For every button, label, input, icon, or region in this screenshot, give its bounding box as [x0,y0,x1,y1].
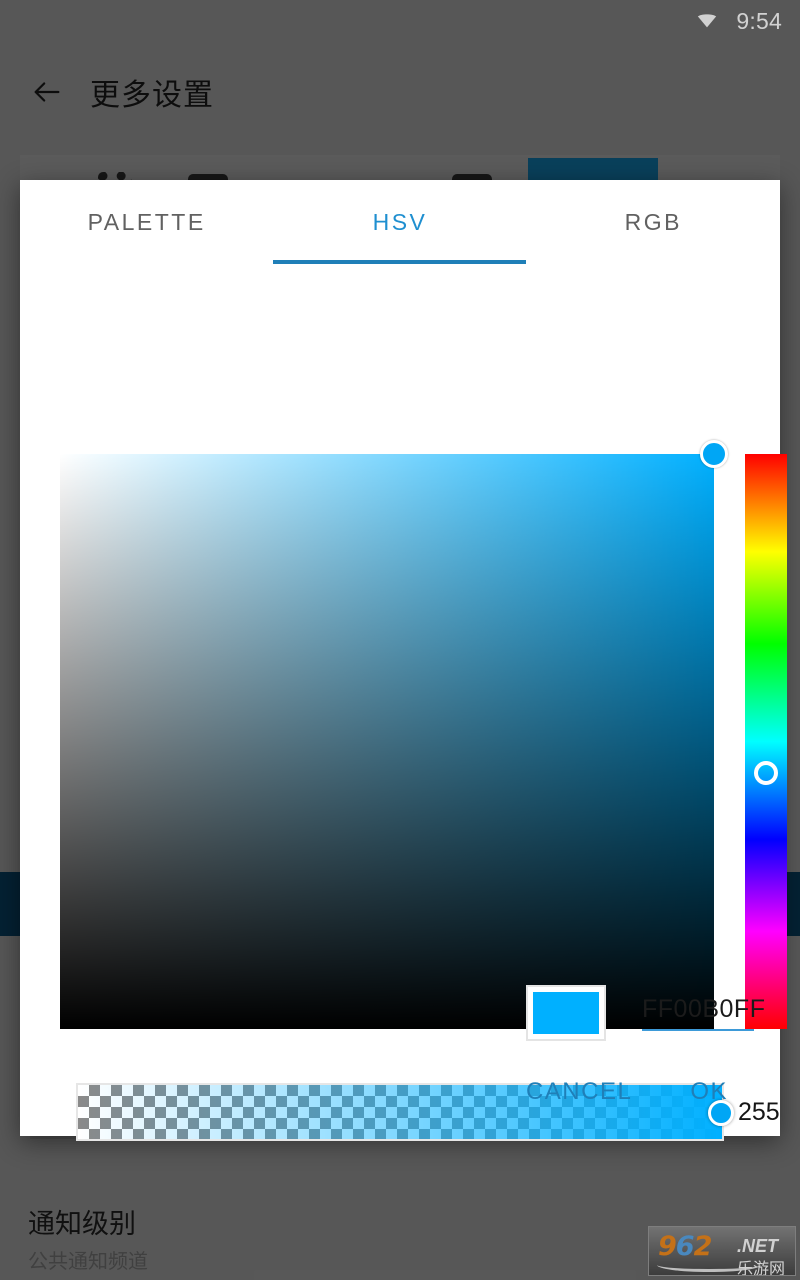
tab-palette[interactable]: PALETTE [20,180,273,264]
color-picker-dialog: PALETTE HSV RGB 255 FF00B0FF CANCEL OK [20,180,787,1141]
cancel-button[interactable]: CANCEL [510,1066,648,1118]
tab-active-indicator [273,260,526,264]
tab-hsv[interactable]: HSV [273,180,526,264]
hex-input-underline [642,1029,754,1031]
color-preview-swatch [526,985,606,1041]
hex-field[interactable]: FF00B0FF [642,995,765,1031]
saturation-value-gradient[interactable] [60,454,714,1029]
hue-slider[interactable] [745,454,787,1029]
tab-rgb[interactable]: RGB [527,180,780,264]
screen: 9:54 更多设置 通知级别 公共通知频道 962 .NET 乐游网 PALET… [0,0,800,1280]
dialog-actions: CANCEL OK [510,1066,744,1118]
alpha-value-label: 255 [738,1097,780,1126]
dialog-tabs: PALETTE HSV RGB [20,180,780,264]
ok-button[interactable]: OK [674,1066,744,1118]
hue-slider-thumb[interactable] [754,761,778,785]
hex-input-value[interactable]: FF00B0FF [642,995,765,1024]
saturation-value-thumb[interactable] [700,440,728,468]
color-preview-fill [533,992,599,1034]
hex-row: FF00B0FF [526,985,765,1041]
